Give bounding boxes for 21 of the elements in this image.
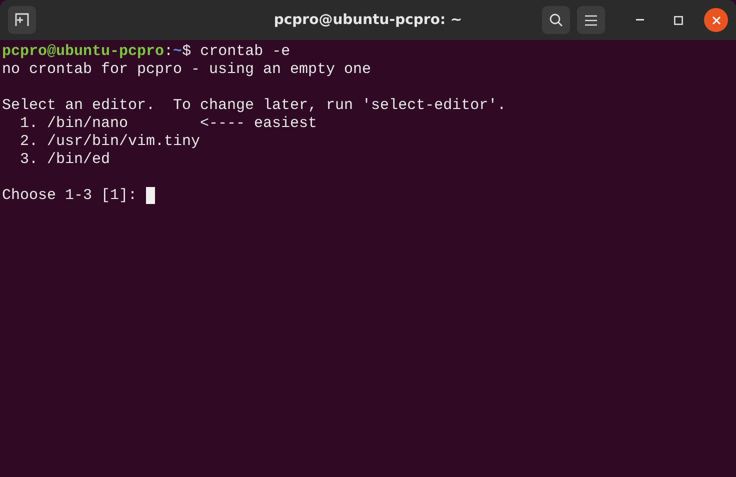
command-text: $ crontab -e — [182, 43, 290, 60]
new-tab-icon — [14, 13, 30, 27]
window-title: pcpro@ubuntu-pcpro: ~ — [274, 12, 462, 28]
maximize-icon — [674, 16, 682, 24]
prompt-separator: : — [164, 43, 174, 60]
search-button[interactable] — [542, 6, 570, 34]
output-line: 2. /usr/bin/vim.tiny — [19, 133, 200, 150]
output-line: Select an editor. To change later, run 'select-editor'. — [2, 97, 506, 114]
new-tab-button[interactable] — [8, 6, 36, 34]
output-line: 1. /bin/nano <---- easiest — [19, 115, 318, 132]
close-icon — [712, 16, 720, 24]
close-button[interactable] — [704, 8, 728, 32]
menu-button[interactable] — [577, 6, 605, 34]
search-icon — [549, 13, 563, 27]
menu-icon — [585, 14, 597, 26]
minimize-icon — [636, 19, 644, 21]
input-prompt: Choose 1-3 [1]: — [2, 187, 138, 204]
prompt-user-host: pcpro@ubuntu-pcpro — [2, 43, 164, 60]
prompt-path: ~ — [173, 43, 182, 60]
output-line: no crontab for pcpro - using an empty one — [2, 61, 372, 78]
output-line: 3. /bin/ed — [19, 151, 110, 168]
